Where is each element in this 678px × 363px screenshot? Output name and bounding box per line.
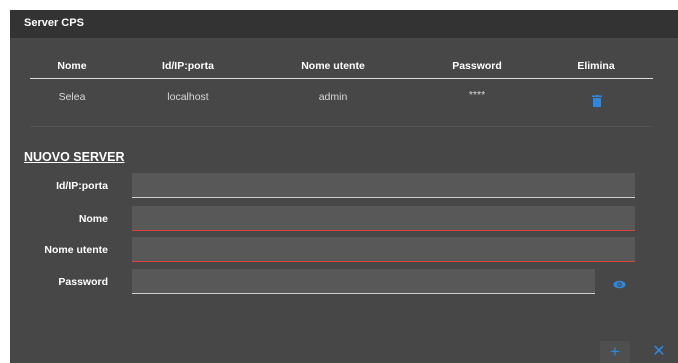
indirizzo-input[interactable] bbox=[132, 173, 635, 198]
nome-input[interactable] bbox=[132, 206, 635, 231]
column-header-elimina: Elimina bbox=[577, 60, 615, 72]
cell-indirizzo: localhost bbox=[167, 91, 209, 103]
field-label-indirizzo: Id/IP:porta bbox=[56, 180, 108, 192]
table-header-divider bbox=[30, 78, 653, 79]
dialog-title: Server CPS bbox=[24, 17, 84, 29]
password-input[interactable] bbox=[132, 269, 595, 294]
cell-password: **** bbox=[468, 89, 486, 101]
column-header-indirizzo: Id/IP:porta bbox=[162, 60, 214, 72]
nome-utente-input[interactable] bbox=[132, 237, 635, 262]
column-header-password: Password bbox=[452, 60, 502, 72]
dialog-titlebar: Server CPS bbox=[10, 10, 678, 38]
close-button[interactable]: ✕ bbox=[650, 341, 668, 363]
cell-nome: Selea bbox=[58, 91, 86, 103]
section-divider bbox=[30, 126, 653, 127]
eye-icon[interactable] bbox=[613, 280, 626, 289]
column-header-nome: Nome bbox=[57, 60, 87, 72]
field-label-nome: Nome bbox=[78, 213, 108, 225]
new-server-heading: NUOVO SERVER bbox=[24, 150, 125, 164]
server-cps-dialog: Server CPS Nome Id/IP:porta Nome utente … bbox=[10, 10, 678, 363]
add-server-button[interactable]: + bbox=[600, 341, 630, 363]
field-label-password: Password bbox=[58, 276, 108, 288]
field-label-nome-utente: Nome utente bbox=[44, 244, 108, 256]
column-header-nome-utente: Nome utente bbox=[301, 60, 365, 72]
cell-nome-utente: admin bbox=[318, 91, 348, 103]
trash-icon[interactable] bbox=[592, 95, 602, 107]
